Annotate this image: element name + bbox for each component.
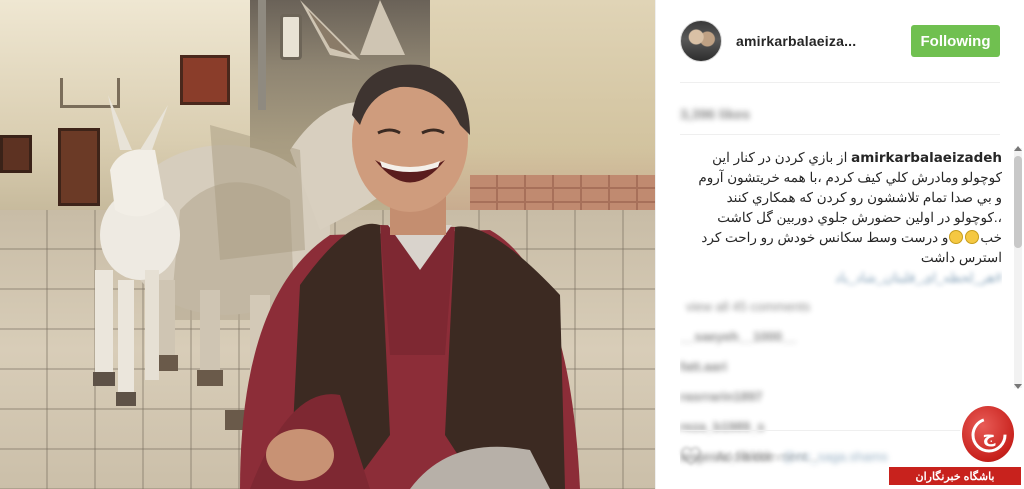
scroll-up-arrow-icon[interactable] — [1014, 146, 1022, 151]
caption-line: استرس داشت — [920, 250, 1002, 265]
news-club-watermark: ج باشگاه خبرنگاران — [884, 404, 1024, 489]
likes-count[interactable]: 3,396 likes — [680, 106, 750, 122]
caption-line: خب — [980, 230, 1002, 245]
post-photo[interactable] — [0, 0, 655, 489]
comment-author-link[interactable]: fatt.aari — [680, 359, 727, 374]
building-window — [0, 135, 32, 173]
smile-emoji-icon — [949, 230, 964, 244]
caption-line: از بازي كردن در كنار اين — [712, 150, 848, 165]
scroll-down-arrow-icon[interactable] — [1014, 384, 1022, 389]
comment-author-link[interactable]: __saeyeh__1000__ — [680, 329, 796, 344]
view-all-comments-link[interactable]: view all 45 comments — [680, 298, 1002, 316]
post-header: amirkarbalaeiza... Following — [680, 16, 1000, 66]
comment-author-link[interactable]: rasrrarin1897 — [680, 389, 762, 404]
caption-line: و بي صدا تمام تلاششون رو كردن كه همكاري … — [726, 190, 1002, 205]
club-name-label: باشگاه خبرنگاران — [888, 466, 1022, 486]
heart-icon[interactable] — [680, 446, 702, 466]
laughing-man-illustration — [240, 64, 580, 489]
username-link[interactable]: amirkarbalaeiza... — [736, 33, 911, 49]
club-logo-letter: ج — [983, 426, 996, 447]
club-logo-icon: ج — [960, 404, 1016, 464]
comment-item: fatt.aari — [680, 358, 1002, 376]
club-logo-glyph-icon: ج — [971, 417, 1007, 453]
avatar[interactable] — [680, 20, 722, 62]
likes-divider — [680, 134, 1000, 135]
following-button[interactable]: Following — [911, 25, 1000, 57]
hashtag-link[interactable]: #هر_لحظه_ای_قلبتان_شاد_باد — [680, 270, 1002, 286]
comment-author-link[interactable]: reza_b1989_s — [680, 419, 765, 434]
scrollbar-thumb[interactable] — [1014, 156, 1022, 248]
caption-line: ،.كوچولو در اولين حضورش جلوي دوربين گل ك… — [717, 210, 1002, 225]
add-comment-input[interactable]: Add a comment... — [716, 449, 818, 464]
caption-line: كوچولو ومادرش كلي كيف كردم ،با همه خريتش… — [698, 170, 1002, 185]
caption-line: و درست وسط سكانس خودش رو راحت كرد — [701, 230, 949, 245]
header-divider — [680, 82, 1000, 83]
comment-item: __saeyeh__1000__ — [680, 328, 1002, 346]
caption-author-link[interactable]: amirkarbalaeizadeh — [851, 150, 1002, 166]
post-caption: amirkarbalaeizadeh از بازي كردن در كنار … — [680, 148, 1002, 268]
comment-text: view all 45 comments — [686, 299, 811, 314]
smile-emoji-icon — [965, 230, 980, 244]
